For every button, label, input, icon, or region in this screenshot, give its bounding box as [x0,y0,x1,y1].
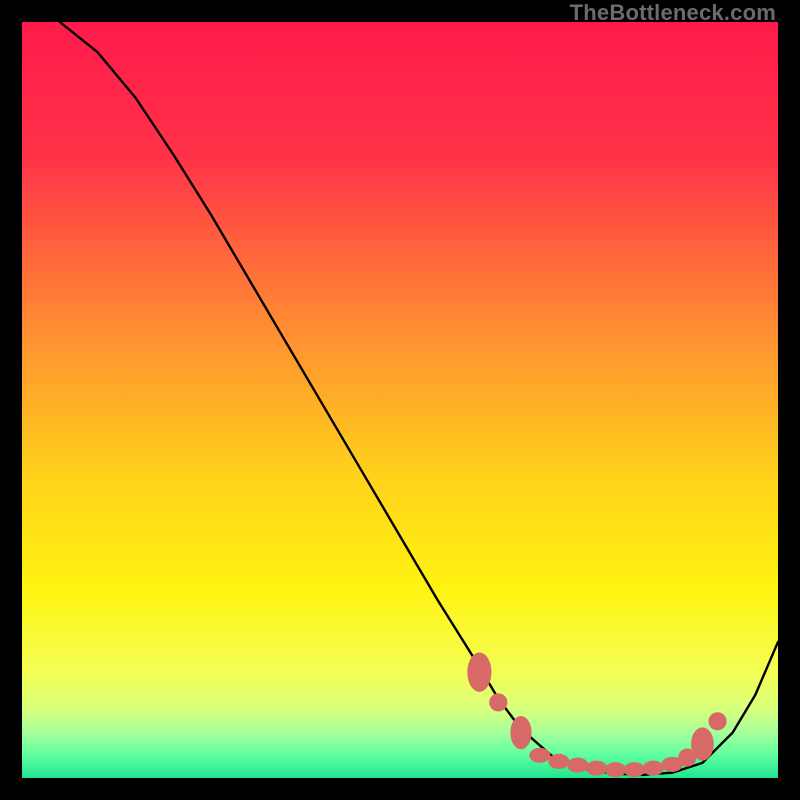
highlight-dot [691,727,714,760]
highlight-dot [529,748,550,763]
gradient-background [22,22,778,778]
highlight-dot [624,762,645,777]
highlight-dot [605,762,626,777]
highlight-dot [586,761,607,776]
highlight-dot [548,754,569,769]
highlight-dot [467,653,491,692]
highlight-dot [510,716,531,749]
highlight-dot [567,758,588,773]
highlight-dot [489,693,507,711]
highlight-dot [643,761,664,776]
bottleneck-chart [22,22,778,778]
highlight-dot [708,712,726,730]
plot-area [22,22,778,778]
chart-container: TheBottleneck.com [0,0,800,800]
